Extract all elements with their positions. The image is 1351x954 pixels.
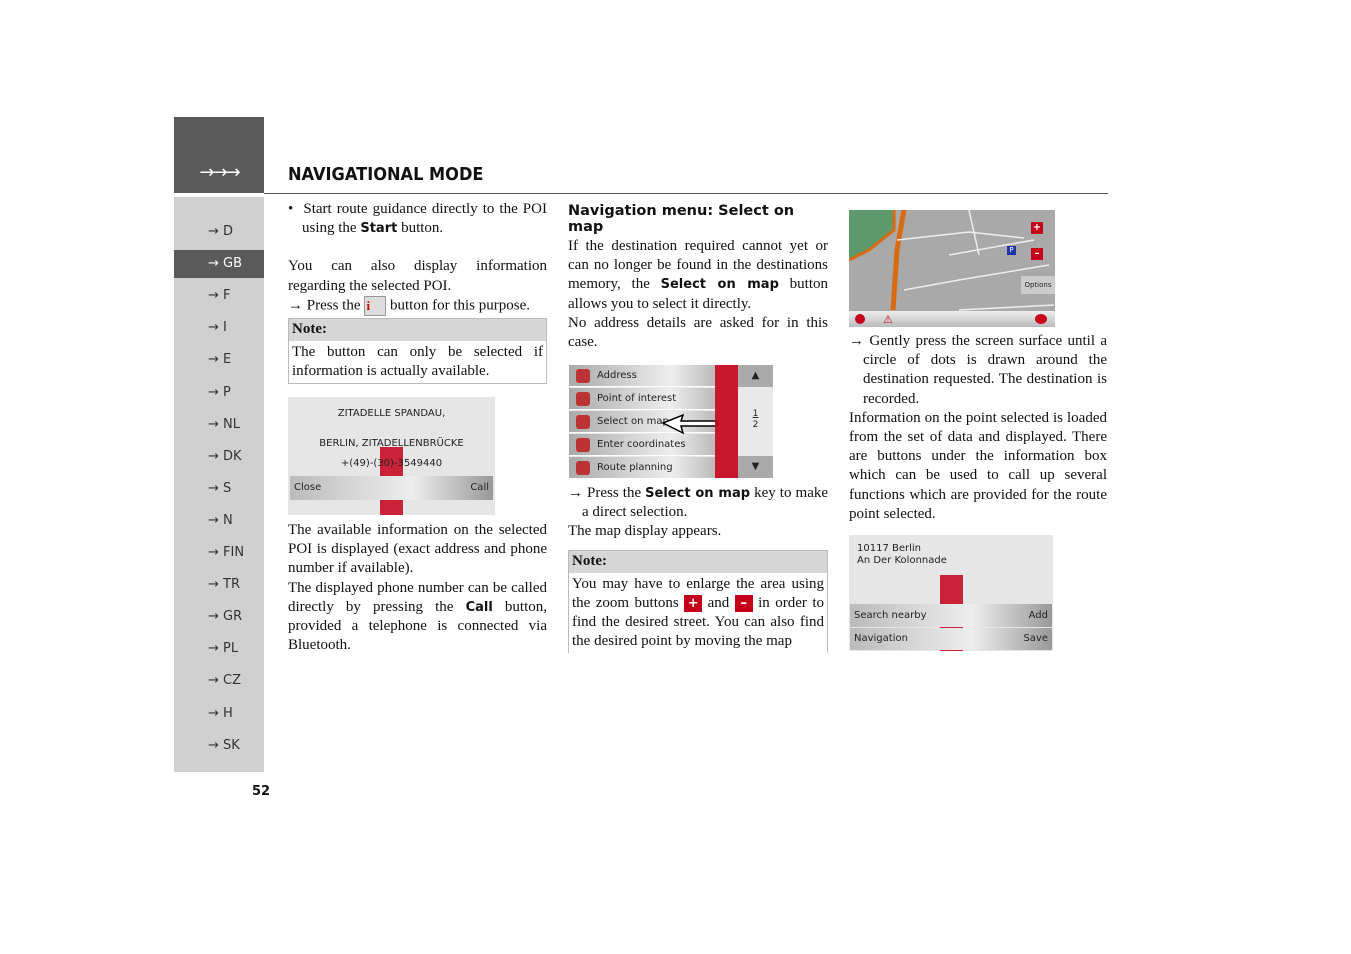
sidebar-item-n[interactable]: → N xyxy=(174,507,264,535)
column-3: → Gently press the screen surface until … xyxy=(849,332,1107,524)
menu-item-poi[interactable]: Point of interest xyxy=(569,388,715,410)
page-number: 52 xyxy=(252,784,271,799)
zoom-in-icon: + xyxy=(684,594,703,612)
column-2-lower: → Press the Select on map key to make a … xyxy=(568,484,829,654)
paragraph-call: The displayed phone number can be called… xyxy=(288,579,547,654)
info-street: An Der Kolonnade xyxy=(857,555,947,566)
route-planning-icon xyxy=(576,461,590,475)
note-box: Note: You may have to enlarge the area u… xyxy=(568,549,828,654)
map-canvas xyxy=(849,210,1055,311)
close-button[interactable]: Close xyxy=(294,482,321,493)
step-select-on-map: → Press the Select on map key to make a … xyxy=(568,485,829,521)
note-title: Note: xyxy=(289,318,546,341)
language-sidebar: → D → GB → F → I → E → P → NL → DK → S → N → FIN → … xyxy=(174,197,264,772)
column-1-lower: The available information on the selecte… xyxy=(288,521,547,655)
section-heading: Navigation menu: Select on map xyxy=(568,203,795,235)
paragraph: You can also display information regardi… xyxy=(288,258,547,294)
step-press-screen: → Gently press the screen surface until … xyxy=(849,333,1107,407)
point-info-screenshot: 10117 Berlin An Der Kolonnade Search nea… xyxy=(849,535,1053,651)
paragraph: The map display appears. xyxy=(568,523,722,540)
bullet-start: • Start route guidance directly to the P… xyxy=(288,201,547,237)
poi-button-bar: Close Call xyxy=(290,476,493,500)
sidebar-item-gr[interactable]: → GR xyxy=(174,603,264,631)
poi-phone: +(49)-(30)-3549440 xyxy=(340,458,443,469)
options-button[interactable]: Options xyxy=(1021,276,1055,294)
red-highlight-bar xyxy=(715,365,738,478)
sidebar-item-s[interactable]: → S xyxy=(174,475,264,503)
sidebar-item-dk[interactable]: → DK xyxy=(174,443,264,471)
coordinates-icon xyxy=(576,438,590,452)
sidebar-item-tr[interactable]: → TR xyxy=(174,571,264,599)
page-title: NAVIGATIONAL MODE xyxy=(288,164,484,185)
zoom-in-button[interactable]: + xyxy=(1031,222,1043,234)
note-body: The button can only be selected if infor… xyxy=(292,343,543,380)
info-postcode-city: 10117 Berlin xyxy=(857,543,922,554)
add-button[interactable]: Add xyxy=(1029,604,1048,627)
info-button-icon: i xyxy=(364,295,387,316)
map-screenshot: + – P Options ⚠ xyxy=(849,210,1055,327)
sidebar-item-d[interactable]: → D xyxy=(174,218,264,246)
step-info: → Press the i button for this purpose. xyxy=(288,295,547,316)
map-toolbar[interactable]: ⚠ xyxy=(849,311,1055,327)
navigation-button[interactable]: Navigation xyxy=(854,633,908,644)
scroll-down-button[interactable]: ▼ xyxy=(738,456,773,478)
address-icon xyxy=(576,369,590,383)
menu-item-address[interactable]: Address xyxy=(569,365,715,387)
zoom-out-icon: – xyxy=(734,594,753,612)
save-button[interactable]: Save xyxy=(1023,628,1048,650)
note-box: Note: The button can only be selected if… xyxy=(288,317,547,385)
paragraph: Information on the point selected is loa… xyxy=(849,409,1107,522)
sidebar-item-i[interactable]: → I xyxy=(174,314,264,342)
sidebar-item-nl[interactable]: → NL xyxy=(174,411,264,439)
sidebar-item-sk[interactable]: → SK xyxy=(174,732,264,760)
nav-menu-screenshot: Address Point of interest Select on map … xyxy=(569,365,773,479)
button-row-1: Search nearby Add xyxy=(850,604,1052,627)
paragraph: The available information on the selecte… xyxy=(288,522,547,577)
paragraph: No address details are asked for in this… xyxy=(568,314,828,351)
search-nearby-button[interactable]: Search nearby xyxy=(854,610,927,621)
sidebar-item-h[interactable]: → H xyxy=(174,700,264,728)
pointer-arrow-icon xyxy=(661,413,718,435)
poi-name: ZITADELLE SPANDAU, xyxy=(337,408,446,419)
poi-info-screenshot: ZITADELLE SPANDAU, BERLIN, ZITADELLENBRÜ… xyxy=(288,397,495,515)
settings-icon xyxy=(1035,314,1047,324)
scroll-up-button[interactable]: ▲ xyxy=(738,365,773,387)
sidebar-item-pl[interactable]: → PL xyxy=(174,635,264,663)
sidebar-item-cz[interactable]: → CZ xyxy=(174,667,264,695)
poi-icon xyxy=(576,392,590,406)
menu-item-route-planning[interactable]: Route planning xyxy=(569,457,715,479)
sidebar-item-p[interactable]: → P xyxy=(174,379,264,407)
note-title: Note: xyxy=(569,550,827,573)
button-row-2: Navigation Save xyxy=(850,628,1052,650)
column-2: Navigation menu: Select on map If the de… xyxy=(568,203,828,352)
note-body: You may have to enlarge the area using t… xyxy=(572,575,825,650)
sidebar-item-gb[interactable]: → GB xyxy=(174,250,264,279)
column-1: • Start route guidance directly to the P… xyxy=(288,200,547,385)
menu-item-enter-coordinates[interactable]: Enter coordinates xyxy=(569,434,715,456)
page-indicator: 12 xyxy=(752,409,759,430)
parking-icon: P xyxy=(1007,246,1016,255)
zoom-out-button[interactable]: – xyxy=(1031,248,1043,260)
sidebar-item-fin[interactable]: → FIN xyxy=(174,539,264,567)
select-on-map-icon xyxy=(576,415,590,429)
paragraph: If the destination required cannot yet o… xyxy=(568,238,828,312)
header-divider xyxy=(264,193,1108,194)
warning-icon: ⚠ xyxy=(883,313,893,326)
sidebar-item-e[interactable]: → E xyxy=(174,346,264,374)
call-button[interactable]: Call xyxy=(470,476,489,500)
header-arrows: →→→ xyxy=(199,162,240,183)
sidebar-item-f[interactable]: → F xyxy=(174,282,264,310)
menu-icon xyxy=(855,314,865,324)
